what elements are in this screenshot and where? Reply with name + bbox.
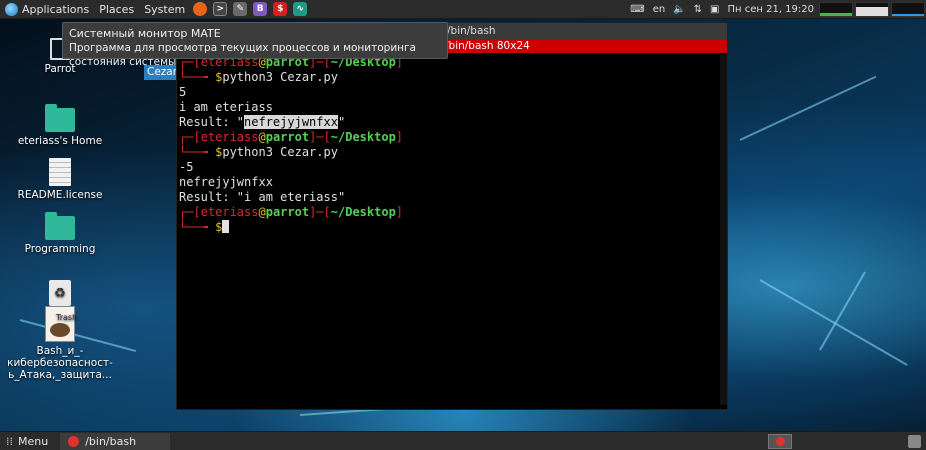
- output-line: i am eteriass: [179, 100, 273, 114]
- prompt-host: parrot: [265, 130, 310, 144]
- volume-icon[interactable]: 🔈: [669, 0, 689, 19]
- desktop-icon-label-line3: ь_Атака,_защита...: [8, 369, 112, 381]
- pdf-book-icon: Trash: [45, 306, 78, 342]
- output-line: nefrejyjwnfxx: [179, 175, 273, 189]
- desktop-icon-label-line2: кибербезопасност-: [7, 357, 113, 369]
- network-icon[interactable]: ⇅: [690, 0, 706, 19]
- command: python3 Cezar.py: [222, 145, 338, 159]
- output-line: 5: [179, 85, 187, 99]
- desktop-icon-label-line1: Bash_и_-: [36, 345, 84, 357]
- system-menu[interactable]: System: [139, 0, 190, 19]
- system-tray: ⌨ en 🔈 ⇅ ▣ Пн сен 21, 19:20: [626, 0, 926, 19]
- network-graph[interactable]: [891, 2, 925, 17]
- tooltip: Системный монитор MATE Программа для про…: [62, 22, 448, 68]
- prompt-path: ~/Desktop: [330, 205, 396, 219]
- taskbar-item-label: /bin/bash: [85, 434, 137, 448]
- memory-graph[interactable]: [855, 2, 889, 17]
- terminal-window[interactable]: /bin/bash /bin/bash 80x24 ┌─[eteriass@pa…: [176, 22, 728, 410]
- firefox-icon[interactable]: [193, 2, 208, 16]
- parrot-logo-icon: [5, 2, 18, 16]
- output-line: -5: [179, 160, 194, 174]
- menu-grid-icon: ⁞⁞: [6, 434, 13, 448]
- desktop-icon-bash-book[interactable]: Trash Bash_и_- кибербезопасност- ь_Атака…: [5, 306, 115, 381]
- show-desktop-button[interactable]: [908, 435, 921, 448]
- top-panel: Applications Places System > ✎ B $ ∿ ⌨ e…: [0, 0, 926, 19]
- home-folder-icon: [45, 104, 75, 132]
- terminal-launcher-icon[interactable]: >: [213, 2, 228, 16]
- workspace-switcher[interactable]: [768, 434, 792, 449]
- trash-label: Trash: [56, 313, 78, 322]
- desktop-icon-home[interactable]: eteriass's Home: [5, 104, 115, 147]
- places-menu[interactable]: Places: [94, 0, 139, 19]
- clipboard-icon[interactable]: ▣: [706, 0, 723, 19]
- applications-menu[interactable]: Applications: [0, 0, 94, 19]
- desktop-icon-programming[interactable]: Programming: [5, 212, 115, 255]
- burp-icon[interactable]: B: [253, 2, 268, 16]
- command: python3 Cezar.py: [222, 70, 338, 84]
- cpu-graph[interactable]: [819, 2, 853, 17]
- desktop-icon-label: eteriass's Home: [17, 135, 103, 147]
- desktop-icon-readme[interactable]: README.license: [5, 158, 115, 201]
- prompt-host: parrot: [265, 205, 310, 219]
- terminal-scrollbar[interactable]: [720, 55, 727, 405]
- taskbar-item-bash[interactable]: /bin/bash: [60, 432, 171, 450]
- applications-label: Applications: [22, 2, 90, 16]
- menu-label: Menu: [18, 434, 49, 448]
- selected-text: nefrejyjwnfxx: [244, 115, 338, 129]
- tooltip-title: Системный монитор MATE: [69, 27, 221, 40]
- output-line: Result: "i am eteriass": [179, 190, 346, 204]
- terminal-output[interactable]: ┌─[eteriass@parrot]─[~/Desktop] └──╼ $py…: [177, 53, 727, 409]
- desktop-icon-trash[interactable]: ♻: [5, 280, 115, 309]
- terminal-cursor: [222, 220, 230, 233]
- keyboard-layout[interactable]: en: [649, 0, 670, 19]
- text-editor-icon[interactable]: ✎: [233, 2, 248, 16]
- system-monitor-icon[interactable]: ∿: [293, 2, 308, 16]
- terminal-app-icon: [68, 435, 80, 447]
- tooltip-description: Программа для просмотра текущих процессо…: [69, 42, 416, 68]
- red-tool-icon[interactable]: $: [273, 2, 288, 16]
- bottom-panel: ⁞⁞ Menu /bin/bash: [0, 431, 926, 450]
- prompt-user: eteriass: [200, 205, 259, 219]
- keyboard-icon[interactable]: ⌨: [626, 0, 648, 19]
- trash-icon: ♻: [49, 280, 71, 306]
- workspace-window-icon: [775, 437, 785, 446]
- document-icon: [49, 158, 71, 186]
- datetime[interactable]: Пн сен 21, 19:20: [723, 0, 818, 19]
- prompt-user: eteriass: [200, 130, 259, 144]
- menu-button[interactable]: ⁞⁞ Menu: [0, 432, 54, 450]
- desktop-icon-label: README.license: [17, 189, 103, 201]
- prompt-path: ~/Desktop: [330, 130, 396, 144]
- folder-icon: [45, 212, 75, 240]
- desktop-icon-label: Programming: [24, 243, 96, 255]
